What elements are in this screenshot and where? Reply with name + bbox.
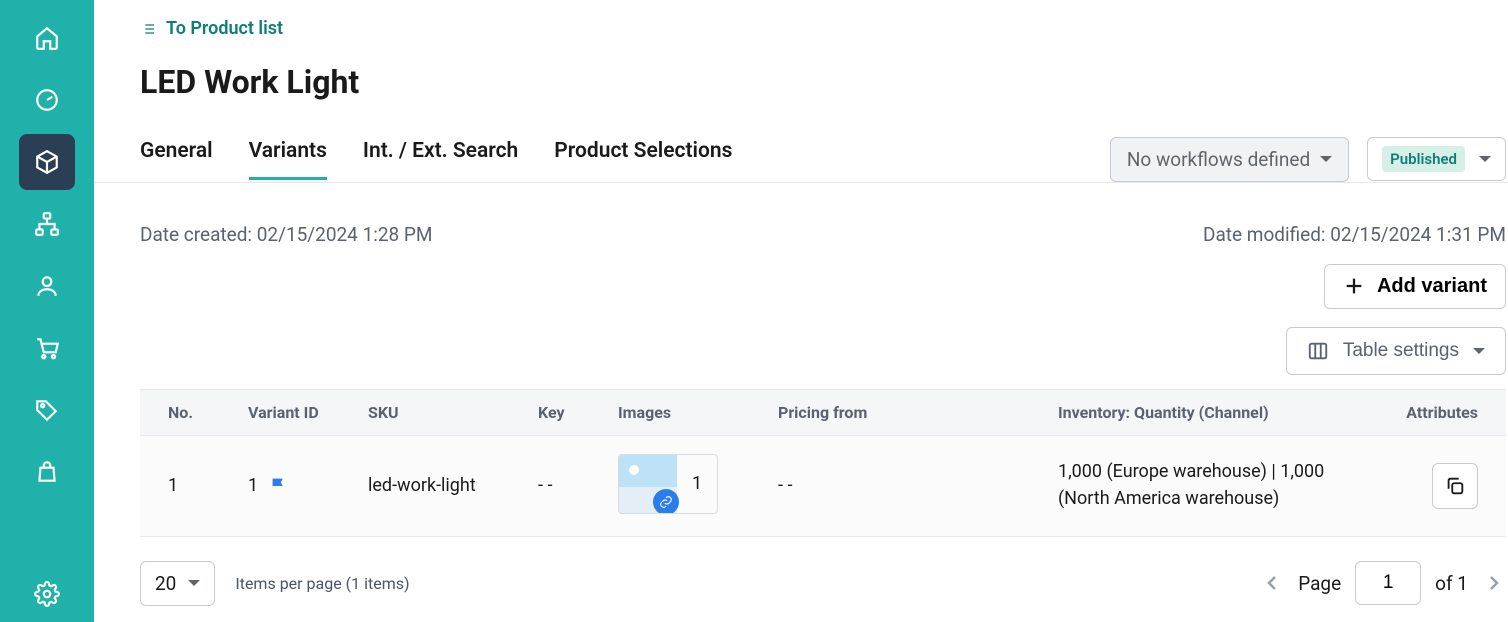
nav-products[interactable] xyxy=(19,134,75,190)
main: To Product list LED Work Light General V… xyxy=(94,0,1508,622)
copy-attributes-button[interactable] xyxy=(1432,463,1478,509)
tag-icon xyxy=(34,397,60,423)
per-page-select[interactable]: 20 xyxy=(140,561,215,606)
link-badge xyxy=(653,489,679,514)
cell-inventory: 1,000 (Europe warehouse) | 1,000 (North … xyxy=(1058,459,1358,511)
cell-variant-id: 1 xyxy=(248,475,368,497)
hierarchy-icon xyxy=(34,211,60,237)
add-variant-label: Add variant xyxy=(1377,275,1487,298)
cell-attributes xyxy=(1358,463,1478,509)
th-no: No. xyxy=(168,403,248,422)
nav-tree[interactable] xyxy=(19,196,75,252)
caret-down-icon xyxy=(1473,348,1485,354)
flag-icon xyxy=(268,475,290,497)
caret-down-icon xyxy=(188,580,200,586)
workflow-dropdown[interactable]: No workflows defined xyxy=(1110,137,1349,182)
table-header: No. Variant ID SKU Key Images Pricing fr… xyxy=(140,390,1506,436)
cart-icon xyxy=(34,335,60,361)
tab-search[interactable]: Int. / Ext. Search xyxy=(363,139,518,180)
page-of-label: of 1 xyxy=(1435,572,1468,595)
variants-table: No. Variant ID SKU Key Images Pricing fr… xyxy=(140,389,1506,537)
th-key: Key xyxy=(538,403,618,422)
tab-general[interactable]: General xyxy=(140,139,213,180)
link-icon xyxy=(659,495,673,509)
page-title: LED Work Light xyxy=(140,63,1506,101)
date-created: Date created: 02/15/2024 1:28 PM xyxy=(140,223,433,246)
page-input[interactable] xyxy=(1355,561,1421,605)
th-variant-id: Variant ID xyxy=(248,403,368,422)
variant-id-value: 1 xyxy=(248,475,258,496)
cell-key: - - xyxy=(538,475,618,496)
status-badge: Published xyxy=(1382,146,1465,172)
add-variant-button[interactable]: Add variant xyxy=(1324,264,1506,309)
status-dropdown[interactable]: Published xyxy=(1367,137,1506,181)
image-thumbnail xyxy=(619,455,677,513)
breadcrumb-back[interactable]: To Product list xyxy=(140,18,283,39)
user-icon xyxy=(34,273,60,299)
cell-sku: led-work-light xyxy=(368,475,538,496)
th-images: Images xyxy=(618,403,778,422)
items-per-page-label: Items per page (1 items) xyxy=(235,574,409,593)
copy-icon xyxy=(1444,475,1466,497)
nav-lock[interactable] xyxy=(19,444,75,500)
nav-cart[interactable] xyxy=(19,320,75,376)
sidebar xyxy=(0,0,94,622)
columns-icon xyxy=(1307,340,1329,362)
cell-pricing: - - xyxy=(778,475,1058,496)
home-icon xyxy=(34,25,60,51)
nav-customers[interactable] xyxy=(19,258,75,314)
box-icon xyxy=(34,149,60,175)
th-inventory: Inventory: Quantity (Channel) xyxy=(1058,403,1358,422)
caret-down-icon xyxy=(1320,156,1332,162)
nav-discounts[interactable] xyxy=(19,382,75,438)
table-settings-button[interactable]: Table settings xyxy=(1286,327,1506,375)
next-page-button[interactable] xyxy=(1482,571,1506,595)
image-thumbnail-group[interactable]: 1 xyxy=(618,454,718,514)
cell-images: 1 xyxy=(618,454,778,518)
page-label: Page xyxy=(1298,572,1341,595)
caret-down-icon xyxy=(1479,156,1491,162)
cell-no: 1 xyxy=(168,475,248,496)
pagination: 20 Items per page (1 items) Page of 1 xyxy=(140,561,1506,606)
th-pricing: Pricing from xyxy=(778,403,1058,422)
lock-bag-icon xyxy=(34,459,60,485)
prev-page-button[interactable] xyxy=(1260,571,1284,595)
th-attributes: Attributes xyxy=(1358,403,1478,422)
tab-variants[interactable]: Variants xyxy=(249,139,327,180)
nav-home[interactable] xyxy=(19,10,75,66)
image-count: 1 xyxy=(677,473,717,494)
table-row[interactable]: 1 1 led-work-light - - xyxy=(140,436,1506,536)
th-sku: SKU xyxy=(368,403,538,422)
nav-dashboard[interactable] xyxy=(19,72,75,128)
tabs: General Variants Int. / Ext. Search Prod… xyxy=(140,139,732,180)
tab-selections[interactable]: Product Selections xyxy=(554,139,732,180)
date-modified: Date modified: 02/15/2024 1:31 PM xyxy=(1203,223,1506,246)
plus-icon xyxy=(1343,275,1365,297)
gear-icon xyxy=(34,581,60,607)
list-icon xyxy=(140,21,156,37)
breadcrumb-label: To Product list xyxy=(166,18,283,39)
table-settings-label: Table settings xyxy=(1343,340,1459,362)
workflow-label: No workflows defined xyxy=(1127,148,1310,171)
nav-settings[interactable] xyxy=(19,566,75,622)
gauge-icon xyxy=(34,87,60,113)
per-page-value: 20 xyxy=(155,572,176,595)
